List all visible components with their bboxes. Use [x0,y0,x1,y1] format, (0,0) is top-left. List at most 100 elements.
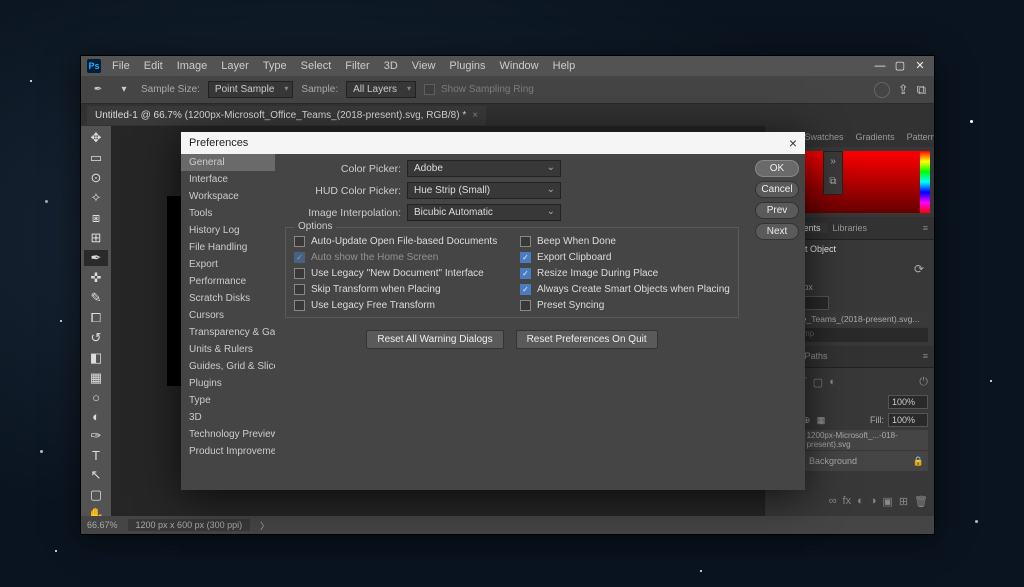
reset-on-quit-button[interactable]: Reset Preferences On Quit [516,330,658,349]
sample-size-select[interactable]: Point Sample [208,81,293,98]
category-units-rulers[interactable]: Units & Rulers [181,341,275,358]
link-icon[interactable]: ∞ [829,495,837,508]
category-file-handling[interactable]: File Handling [181,239,275,256]
eyedropper-tool[interactable]: ✒ [84,250,108,266]
category-interface[interactable]: Interface [181,171,275,188]
frame-tool[interactable]: ⊞ [84,230,108,246]
menu-edit[interactable]: Edit [137,60,170,72]
zoom-level[interactable]: 66.67% [87,520,118,530]
dodge-tool[interactable]: ◐ [84,409,108,424]
sample-select[interactable]: All Layers [346,81,416,98]
filter-icon[interactable]: ▢ [813,376,823,389]
document-tab[interactable]: Untitled-1 @ 66.7% (1200px-Microsoft_Off… [87,106,486,125]
eyedropper-tool-icon[interactable]: ✒ [89,81,107,99]
eraser-tool[interactable]: ◧ [84,350,108,366]
filter-icon[interactable]: ◐ [829,376,836,389]
category-plugins[interactable]: Plugins [181,375,275,392]
dock-expand-icon[interactable]: » [826,156,840,170]
crop-tool[interactable]: ⧆ [84,210,108,226]
swatches-tab[interactable]: Swatches [799,132,850,142]
option-checkbox[interactable]: Skip Transform when Placing [294,284,504,295]
option-checkbox[interactable]: Preset Syncing [520,300,730,311]
menu-type[interactable]: Type [256,60,294,72]
menu-image[interactable]: Image [170,60,215,72]
category-workspace[interactable]: Workspace [181,188,275,205]
blur-tool[interactable]: ○ [84,390,108,405]
category-general[interactable]: General [181,154,275,171]
option-checkbox[interactable]: ✓Resize Image During Place [520,268,730,279]
gradients-tab[interactable]: Gradients [850,132,901,142]
reset-warnings-button[interactable]: Reset All Warning Dialogs [366,330,503,349]
menu-3d[interactable]: 3D [377,60,405,72]
move-tool[interactable]: ✥ [84,130,108,146]
category-scratch-disks[interactable]: Scratch Disks [181,290,275,307]
option-checkbox[interactable]: ✓Export Clipboard [520,252,730,263]
shape-tool[interactable]: ▢ [84,487,108,503]
menu-filter[interactable]: Filter [338,60,376,72]
opacity-input[interactable] [888,395,928,409]
brush-tool[interactable]: ✎ [84,290,108,306]
menu-file[interactable]: File [105,60,137,72]
category-type[interactable]: Type [181,392,275,409]
hand-tool[interactable]: ✋ [84,507,108,516]
type-tool[interactable]: T [84,448,108,463]
wand-tool[interactable]: ✧ [84,190,108,206]
next-button[interactable]: Next [755,223,799,240]
menu-plugins[interactable]: Plugins [442,60,492,72]
category-transparency[interactable]: Transparency & Gamut [181,324,275,341]
category-cursors[interactable]: Cursors [181,307,275,324]
patterns-tab[interactable]: Patterns [901,132,934,142]
cloud-icon[interactable] [874,82,890,98]
category-performance[interactable]: Performance [181,273,275,290]
option-checkbox[interactable]: Auto-Update Open File-based Documents [294,236,504,247]
share-icon[interactable]: ⇪ [898,82,909,98]
menu-window[interactable]: Window [493,60,546,72]
category-guides-grid[interactable]: Guides, Grid & Slices [181,358,275,375]
menu-help[interactable]: Help [546,60,583,72]
menu-layer[interactable]: Layer [214,60,256,72]
panel-menu-icon[interactable]: ≡ [917,223,934,233]
show-ring-checkbox[interactable]: Show Sampling Ring [424,84,534,95]
collapsed-dock[interactable]: » ⧉ [823,151,843,195]
option-checkbox[interactable]: ✓Always Create Smart Objects when Placin… [520,284,730,295]
marquee-tool[interactable]: ▭ [84,150,108,166]
window-minimize[interactable]: — [874,60,886,72]
fill-input[interactable] [888,413,928,427]
category-3d[interactable]: 3D [181,409,275,426]
status-arrow[interactable]: 〉 [260,519,269,532]
color-picker-select[interactable]: Adobe [407,160,561,177]
category-tools[interactable]: Tools [181,205,275,222]
mask-icon[interactable]: ◐ [857,495,864,508]
image-interpolation-select[interactable]: Bicubic Automatic [407,204,561,221]
cancel-button[interactable]: Cancel [755,181,799,198]
pen-tool[interactable]: ✑ [84,428,108,444]
option-checkbox[interactable]: Beep When Done [520,236,730,247]
fx-icon[interactable]: fx [843,495,852,508]
hue-slider[interactable] [920,151,930,213]
category-product-improvement[interactable]: Product Improvement [181,443,275,460]
category-history-log[interactable]: History Log [181,222,275,239]
menu-view[interactable]: View [405,60,443,72]
lock-icon[interactable]: 🔒 [913,456,924,467]
filter-toggle[interactable]: ⏻ [919,376,928,389]
gradient-tool[interactable]: ▦ [84,370,108,386]
tab-close-icon[interactable]: × [472,110,478,121]
refresh-icon[interactable]: ⟳ [914,262,924,276]
window-maximize[interactable]: ▢ [894,60,906,72]
prev-button[interactable]: Prev [755,202,799,219]
menu-select[interactable]: Select [294,60,339,72]
search-icon[interactable]: ⧉ [917,82,926,98]
path-tool[interactable]: ↖ [84,467,108,483]
group-icon[interactable]: ▣ [882,495,892,508]
ok-button[interactable]: OK [755,160,799,177]
adjustment-icon[interactable]: ◑ [870,495,877,508]
stamp-tool[interactable]: ⧠ [84,310,108,326]
new-layer-icon[interactable]: ⊞ [899,495,908,508]
trash-icon[interactable]: 🗑 [914,495,928,508]
hud-color-picker-select[interactable]: Hue Strip (Small) [407,182,561,199]
lasso-tool[interactable]: ⊙ [84,170,108,186]
category-export[interactable]: Export [181,256,275,273]
window-close[interactable]: ✕ [914,60,926,72]
dialog-close-button[interactable]: × [789,135,797,151]
option-checkbox[interactable]: Use Legacy "New Document" Interface [294,268,504,279]
